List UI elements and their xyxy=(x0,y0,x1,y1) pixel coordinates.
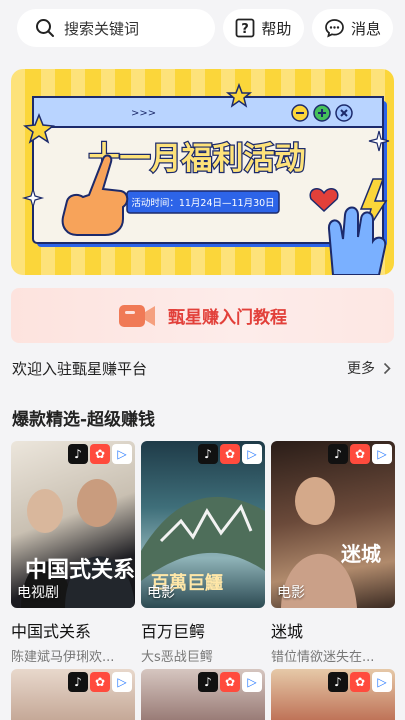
banner-time: 活动时间：11月24日—11月30日 xyxy=(131,197,274,209)
poster-image: ♪ ✿ ▷ xyxy=(11,669,135,720)
video-camera-icon xyxy=(119,304,155,327)
welcome-row: 欢迎入驻甄星赚平台 更多 xyxy=(12,356,391,380)
poster-image: 百萬巨鱷 ♪ ✿ ▷ 电影 xyxy=(141,441,265,608)
content-card[interactable]: ♪ ✿ ▷ xyxy=(141,669,265,720)
category-tag: 电视剧 xyxy=(17,585,59,601)
message-label: 消息 xyxy=(350,19,381,38)
kuaishou-icon: ✿ xyxy=(220,444,240,464)
search-icon xyxy=(36,19,54,37)
welcome-text: 欢迎入驻甄星赚平台 xyxy=(12,359,148,378)
card-title: 迷城 xyxy=(271,622,304,641)
content-card[interactable]: ♪ ✿ ▷ xyxy=(271,669,395,720)
section-title: 爆款精选-超级赚钱 xyxy=(12,410,156,430)
category-tag: 电影 xyxy=(147,585,175,601)
search-placeholder: 搜索关键词 xyxy=(64,19,140,38)
poster-text: 中国式关系 xyxy=(25,557,135,583)
kuaishou-icon: ✿ xyxy=(350,672,370,692)
bilibili-icon: ▷ xyxy=(242,444,262,464)
help-label: 帮助 xyxy=(261,19,292,38)
platform-badges: ♪ ✿ ▷ xyxy=(198,444,262,464)
tiktok-icon: ♪ xyxy=(328,444,348,464)
tutorial-entry[interactable]: 甄星赚入门教程 xyxy=(11,288,394,343)
kuaishou-icon: ✿ xyxy=(220,672,240,692)
platform-badges: ♪ ✿ ▷ xyxy=(68,672,132,692)
help-icon: ? xyxy=(236,18,255,38)
poster-image: 迷城 ♪ ✿ ▷ 电影 xyxy=(271,441,395,608)
card-desc: 错位情欲迷失在... xyxy=(271,650,375,665)
poster-text: 迷城 xyxy=(340,542,381,566)
message-button[interactable]: 消息 xyxy=(311,9,393,47)
category-tag: 电影 xyxy=(277,585,305,601)
message-icon xyxy=(325,19,344,38)
tiktok-icon: ♪ xyxy=(328,672,348,692)
poster-image: ♪ ✿ ▷ xyxy=(141,669,265,720)
kuaishou-icon: ✿ xyxy=(350,444,370,464)
top-bar: 搜索关键词 ? 帮助 消息 xyxy=(17,9,393,47)
tiktok-icon: ♪ xyxy=(68,672,88,692)
platform-badges: ♪ ✿ ▷ xyxy=(328,672,392,692)
card-title: 中国式关系 xyxy=(11,622,92,641)
content-card[interactable]: 迷城 ♪ ✿ ▷ 电影 迷城 错位情欲迷失在... xyxy=(271,441,395,665)
bilibili-icon: ▷ xyxy=(372,444,392,464)
bilibili-icon: ▷ xyxy=(372,672,392,692)
platform-badges: ♪ ✿ ▷ xyxy=(198,672,262,692)
poster-image: 中国式关系 ♪ ✿ ▷ 电视剧 xyxy=(11,441,135,608)
tutorial-label: 甄星赚入门教程 xyxy=(168,308,287,328)
content-card[interactable]: 中国式关系 ♪ ✿ ▷ 电视剧 中国式关系 陈建斌马伊琍欢... xyxy=(11,441,135,665)
chevron-right-icon xyxy=(383,362,391,374)
card-desc: 陈建斌马伊琍欢... xyxy=(11,650,115,665)
card-title: 百万巨鳄 xyxy=(141,622,206,641)
promo-banner[interactable]: >>> 十一月福利活动 活动时间：11月24日—11月30日 xyxy=(11,69,394,275)
content-card[interactable]: 百萬巨鱷 ♪ ✿ ▷ 电影 百万巨鳄 大s恶战巨鳄 xyxy=(141,441,265,665)
platform-badges: ♪ ✿ ▷ xyxy=(68,444,132,464)
bilibili-icon: ▷ xyxy=(112,444,132,464)
banner-title: 十一月福利活动 xyxy=(89,141,306,177)
svg-text:?: ? xyxy=(242,22,250,37)
tiktok-icon: ♪ xyxy=(198,672,218,692)
more-link[interactable]: 更多 xyxy=(347,358,391,378)
banner-arrows: >>> xyxy=(131,108,156,119)
kuaishou-icon: ✿ xyxy=(90,444,110,464)
search-bar[interactable]: 搜索关键词 xyxy=(17,9,215,47)
more-label: 更多 xyxy=(347,361,375,377)
banner-illustration: >>> 十一月福利活动 活动时间：11月24日—11月30日 xyxy=(11,69,394,275)
bilibili-icon: ▷ xyxy=(112,672,132,692)
kuaishou-icon: ✿ xyxy=(90,672,110,692)
tiktok-icon: ♪ xyxy=(198,444,218,464)
poster-image: ♪ ✿ ▷ xyxy=(271,669,395,720)
content-card[interactable]: ♪ ✿ ▷ xyxy=(11,669,135,720)
help-button[interactable]: ? 帮助 xyxy=(222,9,304,47)
tiktok-icon: ♪ xyxy=(68,444,88,464)
bilibili-icon: ▷ xyxy=(242,672,262,692)
platform-badges: ♪ ✿ ▷ xyxy=(328,444,392,464)
card-desc: 大s恶战巨鳄 xyxy=(141,650,213,665)
